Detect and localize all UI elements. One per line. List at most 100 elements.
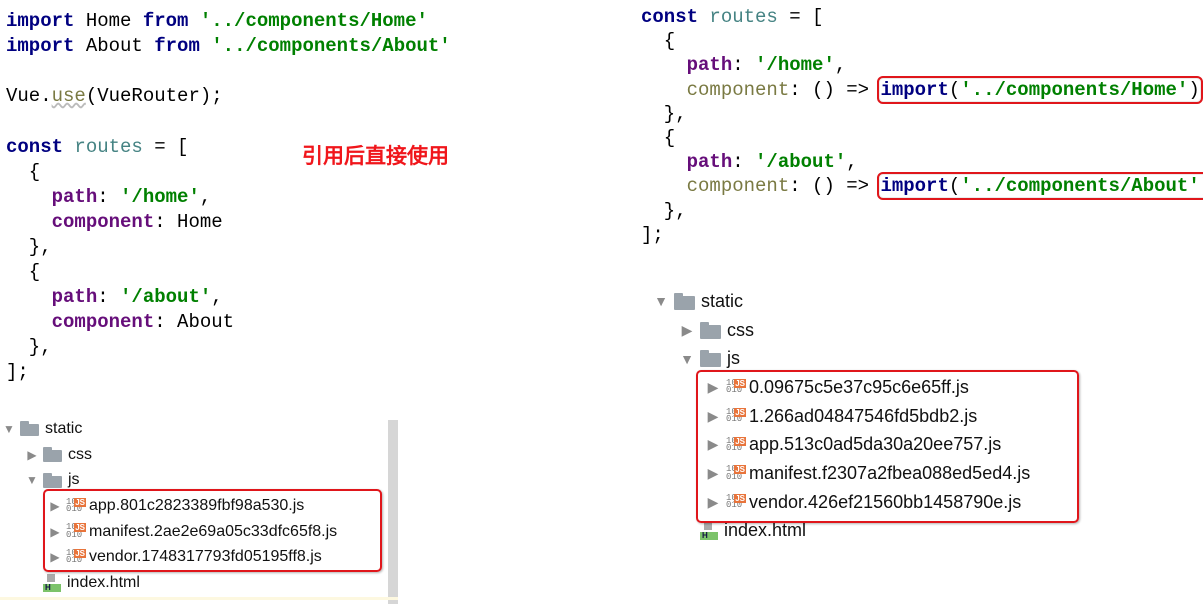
code-token: '/about'	[755, 151, 847, 174]
code-line: },	[641, 102, 687, 126]
folder-icon	[700, 350, 721, 368]
html-file-icon: H	[700, 521, 718, 540]
code-line: {	[641, 126, 675, 150]
left-tree-scrollbar[interactable]	[388, 420, 398, 604]
code-line: component: About	[6, 310, 234, 334]
code-line: const routes = [	[6, 135, 188, 159]
code-token: const	[641, 6, 699, 28]
folder-icon	[43, 447, 62, 463]
code-token: (	[948, 175, 961, 198]
code-line: },	[641, 199, 687, 223]
tree-item-folder[interactable]: ▶ css	[674, 316, 754, 345]
code-token: {	[641, 127, 676, 149]
code-token: },	[641, 102, 687, 125]
code-token: '/home'	[120, 185, 200, 208]
code-token: {	[641, 30, 676, 53]
code-token: :	[732, 151, 756, 174]
code-token: },	[6, 336, 52, 359]
code-token: (	[948, 78, 961, 101]
code-token: },	[641, 199, 687, 222]
tree-item-html[interactable]: Hindex.html	[21, 570, 140, 596]
code-token: routes	[709, 6, 778, 28]
tree-item-folder[interactable]: ▼ static	[0, 416, 82, 442]
code-token: ,	[211, 286, 223, 309]
code-line: },	[6, 235, 52, 259]
tree-item-label: js	[68, 471, 80, 489]
code-line: component: () => import('../components/A…	[641, 172, 1203, 201]
left-js-files-highlight	[43, 489, 382, 572]
code-token: import	[6, 10, 75, 32]
code-line: {	[641, 29, 675, 53]
code-token: routes	[74, 135, 143, 158]
code-token: : () =>	[789, 78, 881, 101]
expand-arrow-icon[interactable]: ▼	[0, 422, 20, 436]
left-tree-divider	[0, 597, 398, 600]
collapse-arrow-icon[interactable]: ▶	[21, 448, 43, 462]
code-token: path	[686, 54, 733, 77]
right-code-editor[interactable]: const routes = [ { path: '/home', compon…	[641, 5, 1203, 250]
html-file-icon: H	[43, 574, 61, 593]
code-line: ];	[6, 360, 29, 384]
left-code-editor[interactable]: import Home from '../components/Home' imp…	[6, 9, 476, 389]
code-line: component: Home	[6, 210, 223, 234]
tree-item-folder[interactable]: ▼ static	[648, 287, 743, 316]
code-token: },	[6, 235, 52, 258]
code-token: import	[880, 175, 949, 198]
code-token: )	[1188, 78, 1200, 101]
code-token: const	[6, 135, 64, 158]
folder-icon	[20, 421, 39, 437]
code-token: : () =>	[789, 175, 881, 198]
annotation-direct-import-note: 引用后直接使用	[302, 145, 449, 168]
code-line: },	[6, 335, 52, 359]
tree-item-label: css	[727, 319, 754, 340]
code-token: Vue.	[6, 85, 52, 108]
right-js-files-highlight	[696, 370, 1079, 523]
code-token: component	[51, 210, 155, 233]
code-token: import	[880, 78, 949, 101]
tree-item-label: css	[68, 445, 92, 463]
code-line: component: () => import('../components/H…	[641, 75, 1203, 104]
code-line: {	[6, 160, 40, 184]
code-token: = [	[142, 135, 189, 158]
code-token: :	[97, 286, 121, 309]
code-token: {	[6, 160, 41, 183]
code-line: Vue.use(VueRouter);	[6, 84, 223, 108]
code-token: from	[142, 10, 189, 32]
tree-item-folder[interactable]: ▶ css	[21, 442, 92, 468]
code-token: ,	[846, 151, 858, 174]
code-token: ];	[6, 361, 29, 384]
code-line: ];	[641, 223, 664, 247]
code-token: ];	[641, 223, 664, 246]
code-token: : Home	[154, 210, 223, 233]
collapse-arrow-icon[interactable]: ▶	[674, 322, 700, 339]
code-token: component	[686, 175, 790, 198]
code-line: path: '/about',	[641, 150, 858, 174]
tree-item-label: static	[45, 419, 83, 437]
code-token: path	[51, 185, 98, 208]
code-token: path	[51, 286, 98, 309]
code-line: path: '/home',	[641, 53, 847, 77]
code-token: from	[154, 35, 200, 58]
code-token: ,	[834, 54, 847, 77]
code-token: '/about'	[120, 286, 212, 309]
expand-arrow-icon[interactable]: ▼	[648, 293, 674, 309]
code-token: component	[51, 311, 155, 334]
folder-icon	[674, 292, 695, 310]
expand-arrow-icon[interactable]: ▼	[674, 351, 700, 367]
tree-item-label: index.html	[724, 520, 807, 541]
tree-item-label: index.html	[67, 574, 140, 592]
expand-arrow-icon[interactable]: ▼	[21, 473, 43, 487]
code-token: '../components/About'	[960, 175, 1200, 198]
code-token: path	[686, 151, 733, 174]
highlighted-dynamic-import: import('../components/About')	[877, 172, 1203, 201]
code-token: '/home'	[755, 54, 835, 77]
code-token: (VueRouter);	[85, 85, 223, 108]
tree-item-folder[interactable]: ▼ js	[674, 344, 740, 373]
